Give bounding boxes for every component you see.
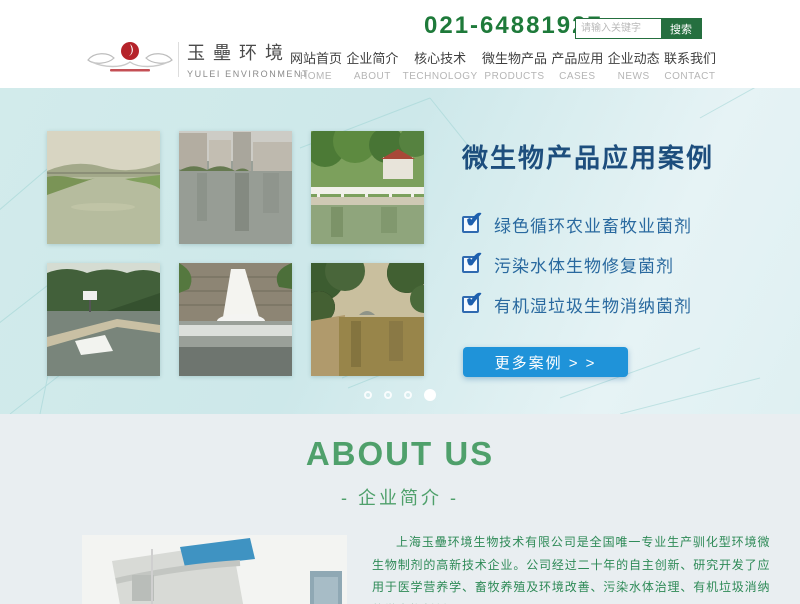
nav-label-cn: 企业简介 bbox=[346, 48, 398, 67]
search-button[interactable]: 搜索 bbox=[661, 19, 701, 38]
nav-item-news[interactable]: 企业动态 NEWS bbox=[608, 48, 660, 82]
site-logo[interactable]: 玉壘环境 YULEI ENVIRONMENT bbox=[84, 38, 309, 80]
banner-photo-tree-canal bbox=[311, 263, 424, 376]
logo-divider bbox=[178, 42, 179, 77]
nav-item-products[interactable]: 微生物产品 PRODUCTS bbox=[482, 48, 547, 82]
nav-label-en: TECHNOLOGY bbox=[403, 71, 478, 82]
carousel-dot-3[interactable] bbox=[404, 391, 412, 399]
about-subtitle: - 企业简介 - bbox=[0, 484, 800, 510]
nav-item-cases[interactable]: 产品应用 CASES bbox=[551, 48, 603, 82]
feature-item: ✔ 有机湿垃圾生物消纳菌剂 bbox=[462, 284, 692, 324]
nav-item-about[interactable]: 企业简介 ABOUT bbox=[346, 48, 398, 82]
nav-item-contact[interactable]: 联系我们 CONTACT bbox=[664, 48, 716, 82]
hero-feature-list: ✔ 绿色循环农业畜牧业菌剂 ✔ 污染水体生物修复菌剂 ✔ 有机湿垃圾生物消纳菌剂 bbox=[462, 204, 692, 324]
nav-label-en: CONTACT bbox=[664, 71, 716, 82]
hero-title: 微生物产品应用案例 bbox=[462, 138, 714, 175]
banner-photo-fence-canal bbox=[311, 131, 424, 244]
nav-label-en: NEWS bbox=[608, 71, 660, 82]
nav-label-cn: 微生物产品 bbox=[482, 48, 547, 67]
check-icon: ✔ bbox=[462, 296, 479, 313]
nav-label-en: CASES bbox=[551, 71, 603, 82]
nav-label-en: HOME bbox=[290, 71, 342, 82]
factory-building-photo bbox=[82, 535, 347, 604]
banner-photo-weir-dam bbox=[47, 263, 160, 376]
search-box: 搜索 bbox=[575, 18, 702, 39]
nav-item-technology[interactable]: 核心技术 TECHNOLOGY bbox=[403, 48, 478, 82]
page: 021-64881927 搜索 玉壘环境 YULEI ENVIRONMENT 网… bbox=[0, 0, 800, 604]
carousel-dot-4-active[interactable] bbox=[424, 389, 436, 401]
carousel-dots bbox=[0, 389, 800, 401]
nav-label-cn: 产品应用 bbox=[551, 48, 603, 67]
about-section: ABOUT US - 企业简介 - 上海玉壘环境生物技术有限公 bbox=[0, 414, 800, 604]
banner-photo-urban-canal bbox=[179, 131, 292, 244]
banner-photo-waterfall bbox=[179, 263, 292, 376]
nav-label-cn: 核心技术 bbox=[403, 48, 478, 67]
banner-photo-grid bbox=[47, 131, 424, 376]
carousel-dot-2[interactable] bbox=[384, 391, 392, 399]
more-cases-button[interactable]: 更多案例 > > bbox=[463, 347, 628, 377]
carousel-dot-1[interactable] bbox=[364, 391, 372, 399]
hero-banner: 微生物产品应用案例 ✔ 绿色循环农业畜牧业菌剂 ✔ 污染水体生物修复菌剂 ✔ 有… bbox=[0, 88, 800, 414]
feature-item: ✔ 绿色循环农业畜牧业菌剂 bbox=[462, 204, 692, 244]
logo-ornament-icon bbox=[84, 38, 176, 80]
nav-label-en: PRODUCTS bbox=[482, 71, 547, 82]
about-title: ABOUT US bbox=[0, 435, 800, 473]
check-icon: ✔ bbox=[462, 256, 479, 273]
about-paragraph: 上海玉壘环境生物技术有限公司是全国唯一专业生产驯化型环境微生物制剂的高新技术企业… bbox=[372, 531, 770, 604]
nav-label-cn: 网站首页 bbox=[290, 48, 342, 67]
banner-photo-river bbox=[47, 131, 160, 244]
feature-item: ✔ 污染水体生物修复菌剂 bbox=[462, 244, 692, 284]
main-nav: 网站首页 HOME 企业简介 ABOUT 核心技术 TECHNOLOGY 微生物… bbox=[290, 48, 716, 82]
search-input[interactable] bbox=[576, 19, 661, 38]
feature-label: 污染水体生物修复菌剂 bbox=[494, 252, 674, 277]
feature-label: 绿色循环农业畜牧业菌剂 bbox=[494, 212, 692, 237]
check-icon: ✔ bbox=[462, 216, 479, 233]
nav-label-cn: 联系我们 bbox=[664, 48, 716, 67]
feature-label: 有机湿垃圾生物消纳菌剂 bbox=[494, 292, 692, 317]
nav-label-cn: 企业动态 bbox=[608, 48, 660, 67]
nav-label-en: ABOUT bbox=[346, 71, 398, 82]
nav-item-home[interactable]: 网站首页 HOME bbox=[290, 48, 342, 82]
